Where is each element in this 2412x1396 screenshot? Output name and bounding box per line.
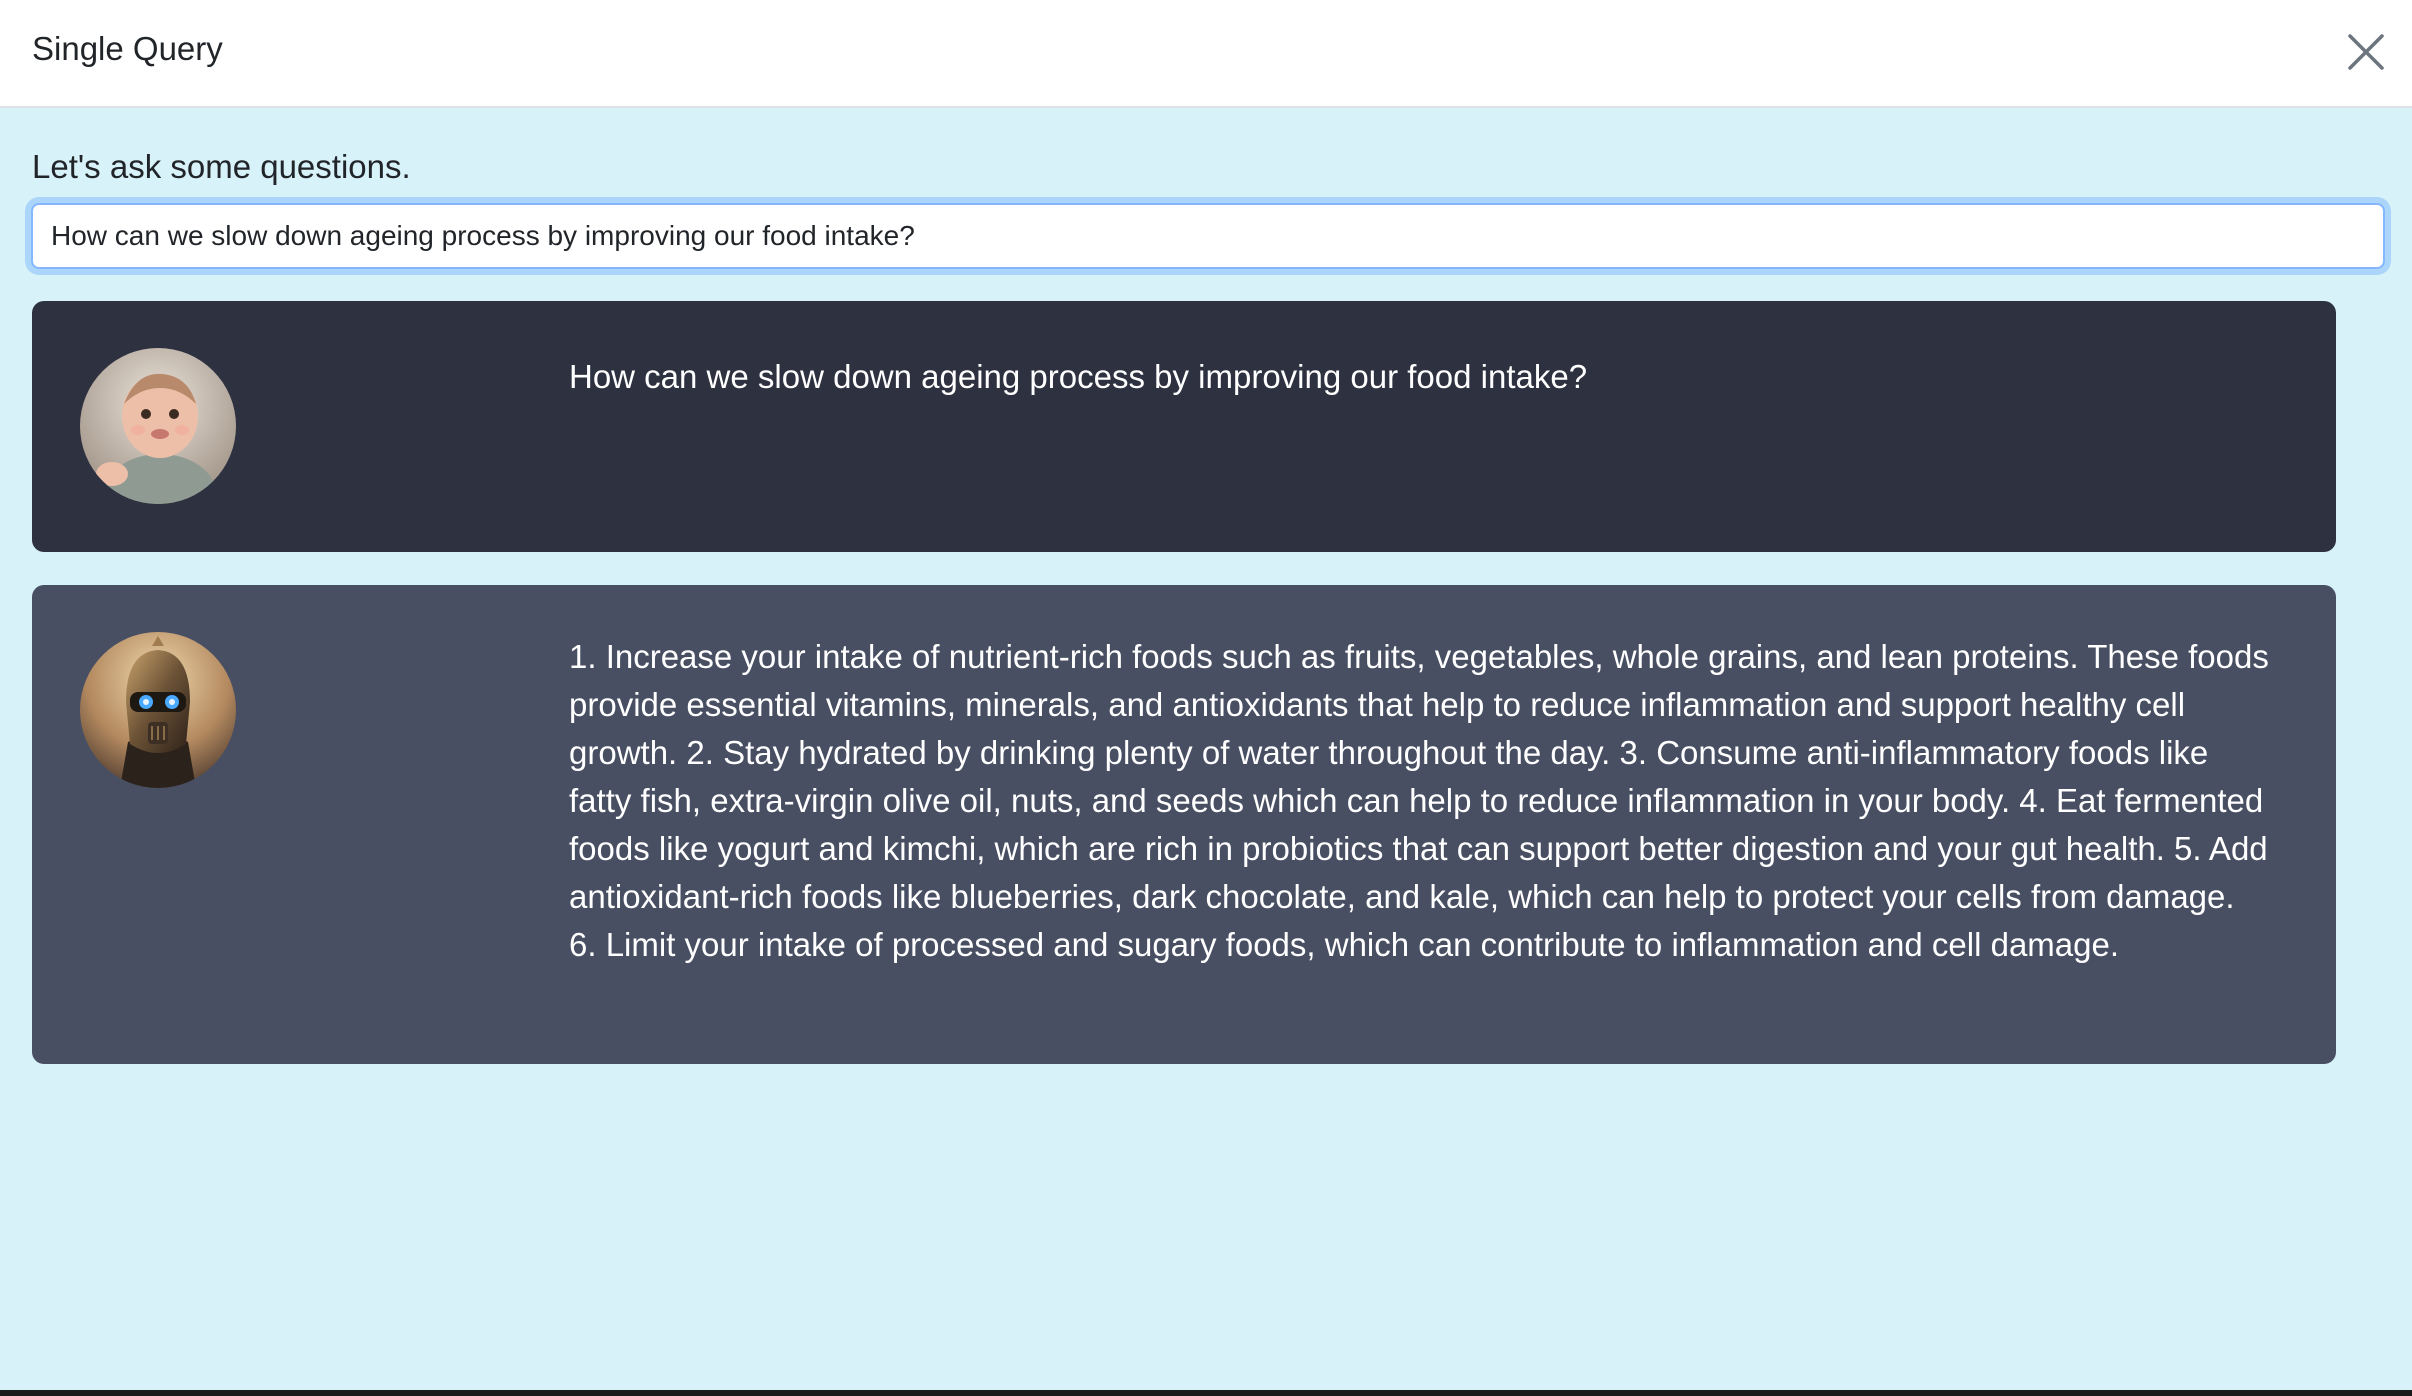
prompt-label: Let's ask some questions. bbox=[32, 148, 411, 185]
baby-avatar-icon bbox=[80, 348, 236, 504]
user-message-text: How can we slow down ageing process by i… bbox=[569, 358, 1588, 395]
close-icon bbox=[2348, 34, 2384, 70]
user-message-card: How can we slow down ageing process by i… bbox=[32, 301, 2336, 552]
assistant-message-text: 1. Increase your intake of nutrient-rich… bbox=[569, 638, 2269, 963]
user-avatar bbox=[80, 348, 236, 504]
query-input[interactable] bbox=[31, 203, 2385, 269]
robot-avatar-icon bbox=[80, 632, 236, 788]
close-button[interactable] bbox=[2344, 30, 2388, 74]
modal-header: Single Query bbox=[0, 0, 2412, 108]
assistant-avatar bbox=[80, 632, 236, 788]
modal-title: Single Query bbox=[32, 30, 223, 67]
assistant-message-card: 1. Increase your intake of nutrient-rich… bbox=[32, 585, 2336, 1064]
single-query-modal: Single Query Let's ask some questions. H… bbox=[0, 0, 2412, 1390]
